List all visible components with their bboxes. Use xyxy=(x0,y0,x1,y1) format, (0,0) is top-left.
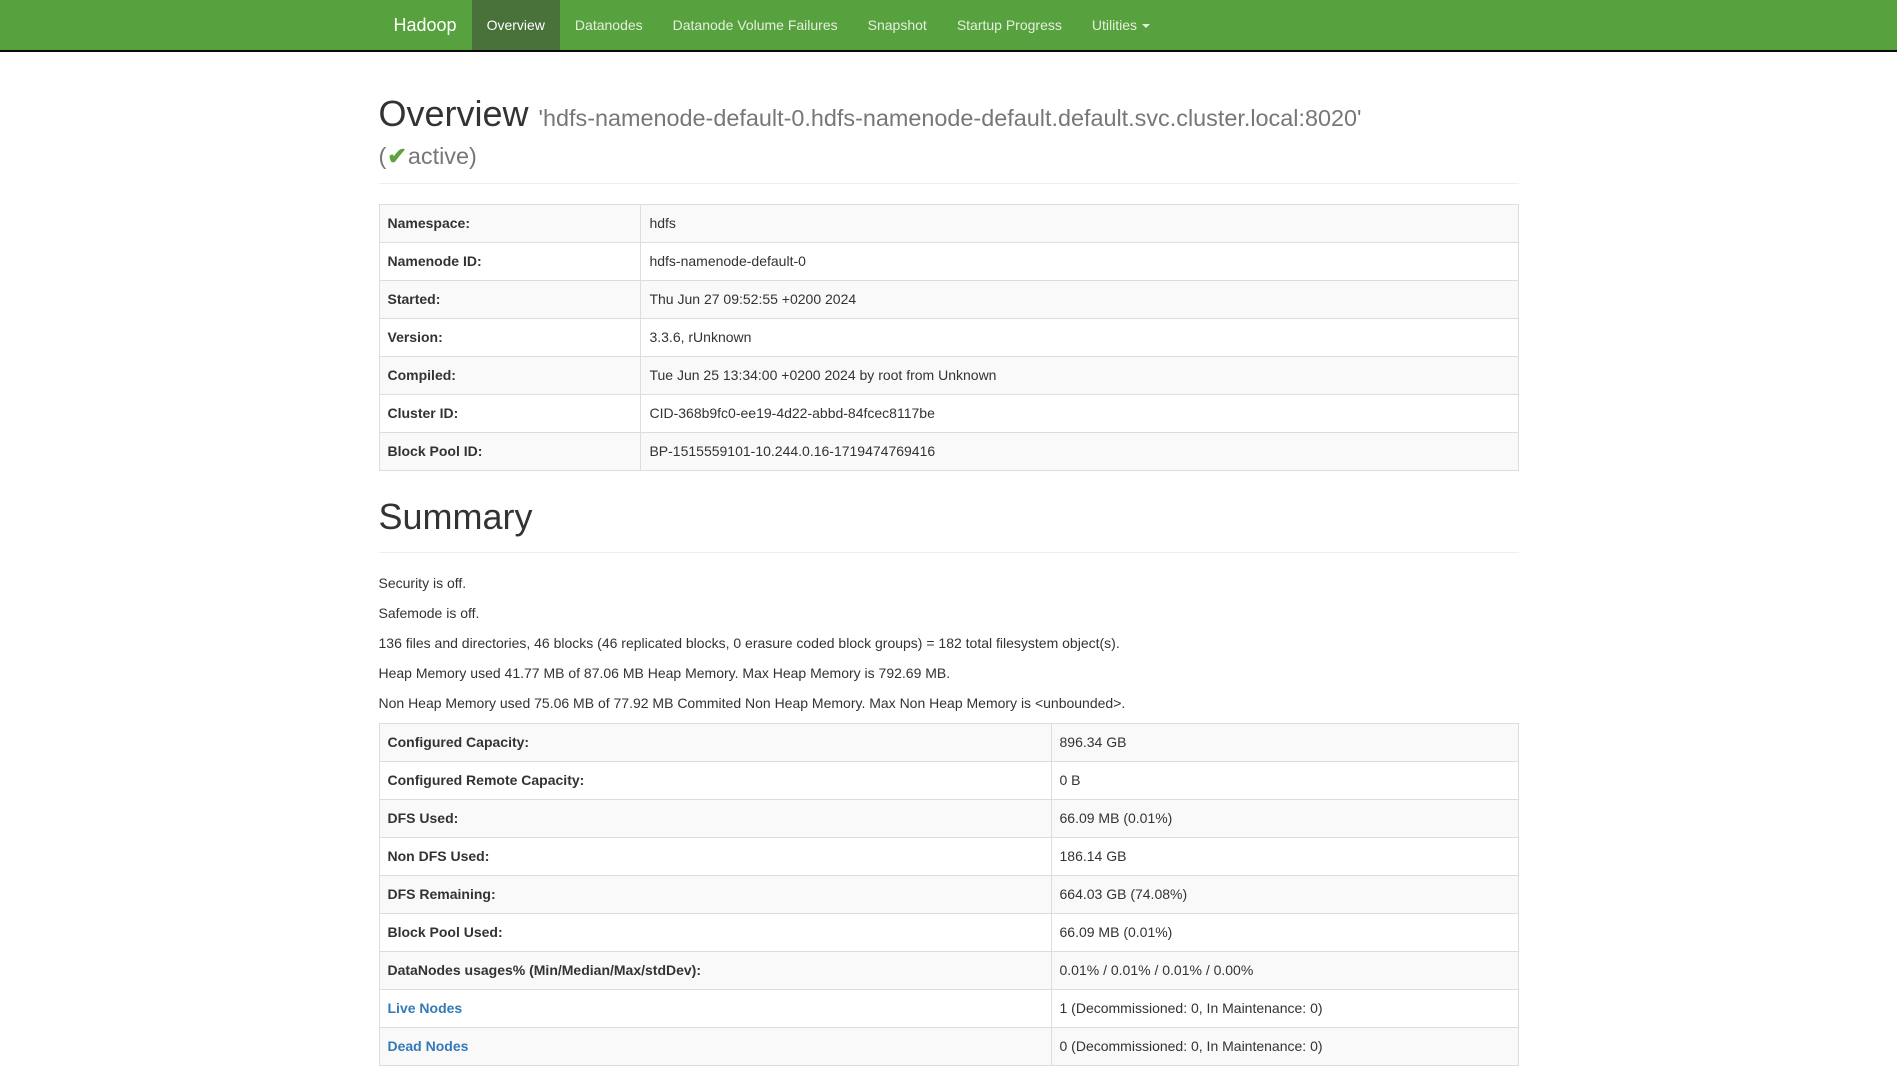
summary-value-dfs-remaining: 664.03 GB (74.08%) xyxy=(1051,876,1518,914)
summary-value-dead-nodes: 0 (Decommissioned: 0, In Maintenance: 0) xyxy=(1051,1028,1518,1066)
summary-label-dfs-remaining: DFS Remaining: xyxy=(379,876,1051,914)
overview-row-compiled: Compiled:Tue Jun 25 13:34:00 +0200 2024 … xyxy=(379,357,1518,395)
summary-label-live-nodes: Live Nodes xyxy=(379,990,1051,1028)
summary-row-non-dfs-used: Non DFS Used:186.14 GB xyxy=(379,838,1518,876)
overview-label-namenode-id: Namenode ID: xyxy=(379,243,641,281)
nav-item-utilities: Utilities xyxy=(1077,0,1165,50)
summary-line-4: Heap Memory used 41.77 MB of 87.06 MB He… xyxy=(379,663,1519,683)
summary-value-configured-remote-capacity: 0 B xyxy=(1051,762,1518,800)
nav-item-datanode-volume-failures: Datanode Volume Failures xyxy=(658,0,853,50)
summary-table: Configured Capacity:896.34 GBConfigured … xyxy=(379,723,1519,1066)
overview-row-namenode-id: Namenode ID:hdfs-namenode-default-0 xyxy=(379,243,1518,281)
nav-item-startup-progress: Startup Progress xyxy=(942,0,1077,50)
summary-label-datanodes-usages-min-median-max-stddev: DataNodes usages% (Min/Median/Max/stdDev… xyxy=(379,952,1051,990)
summary-value-block-pool-used: 66.09 MB (0.01%) xyxy=(1051,914,1518,952)
overview-row-version: Version:3.3.6, rUnknown xyxy=(379,319,1518,357)
brand-link[interactable]: Hadoop xyxy=(379,0,472,50)
namenode-status: (✔active) xyxy=(379,140,1519,174)
summary-row-block-pool-used: Block Pool Used:66.09 MB (0.01%) xyxy=(379,914,1518,952)
overview-row-cluster-id: Cluster ID:CID-368b9fc0-ee19-4d22-abbd-8… xyxy=(379,395,1518,433)
overview-table-body: Namespace:hdfsNamenode ID:hdfs-namenode-… xyxy=(379,205,1518,471)
overview-value-cluster-id: CID-368b9fc0-ee19-4d22-abbd-84fcec8117be xyxy=(641,395,1518,433)
chevron-down-icon xyxy=(1142,24,1150,28)
namenode-address: 'hdfs-namenode-default-0.hdfs-namenode-d… xyxy=(539,105,1362,131)
summary-value-live-nodes: 1 (Decommissioned: 0, In Maintenance: 0) xyxy=(1051,990,1518,1028)
nav-link-snapshot[interactable]: Snapshot xyxy=(853,0,942,50)
status-label: active xyxy=(408,143,469,169)
overview-value-started: Thu Jun 27 09:52:55 +0200 2024 xyxy=(641,281,1518,319)
overview-row-started: Started:Thu Jun 27 09:52:55 +0200 2024 xyxy=(379,281,1518,319)
dead-nodes-link[interactable]: Dead Nodes xyxy=(388,1038,469,1054)
summary-label-non-dfs-used: Non DFS Used: xyxy=(379,838,1051,876)
check-icon: ✔ xyxy=(386,143,408,169)
nav-link-overview[interactable]: Overview xyxy=(472,0,560,50)
summary-row-dead-nodes: Dead Nodes 0 (Decommissioned: 0, In Maint… xyxy=(379,1028,1518,1066)
overview-row-block-pool-id: Block Pool ID:BP-1515559101-10.244.0.16-… xyxy=(379,433,1518,471)
nav-link-utilities[interactable]: Utilities xyxy=(1077,0,1165,50)
overview-label-namespace: Namespace: xyxy=(379,205,641,243)
summary-lines: Security is off. Safemode is off. 136 file… xyxy=(379,573,1519,713)
overview-value-compiled: Tue Jun 25 13:34:00 +0200 2024 by root f… xyxy=(641,357,1518,395)
summary-line-5: Non Heap Memory used 75.06 MB of 77.92 M… xyxy=(379,693,1519,713)
page-title-text: Overview xyxy=(379,93,529,134)
summary-row-configured-capacity: Configured Capacity:896.34 GB xyxy=(379,724,1518,762)
overview-value-block-pool-id: BP-1515559101-10.244.0.16-1719474769416 xyxy=(641,433,1518,471)
summary-label-dead-nodes: Dead Nodes xyxy=(379,1028,1051,1066)
overview-label-compiled: Compiled: xyxy=(379,357,641,395)
overview-table: Namespace:hdfsNamenode ID:hdfs-namenode-… xyxy=(379,204,1519,471)
nav-link-datanode-volume-failures[interactable]: Datanode Volume Failures xyxy=(658,0,853,50)
summary-value-non-dfs-used: 186.14 GB xyxy=(1051,838,1518,876)
main-content: Overview 'hdfs-namenode-default-0.hdfs-n… xyxy=(364,88,1534,1066)
page-header: Overview 'hdfs-namenode-default-0.hdfs-n… xyxy=(379,88,1519,184)
summary-title: Summary xyxy=(379,491,1519,543)
navbar: Hadoop OverviewDatanodesDatanode Volume … xyxy=(0,0,1897,52)
summary-label-block-pool-used: Block Pool Used: xyxy=(379,914,1051,952)
nav-link-datanodes[interactable]: Datanodes xyxy=(560,0,658,50)
summary-row-dfs-remaining: DFS Remaining:664.03 GB (74.08%) xyxy=(379,876,1518,914)
live-nodes-link[interactable]: Live Nodes xyxy=(388,1000,463,1016)
summary-header: Summary xyxy=(379,491,1519,553)
summary-row-datanodes-usages-min-median-max-stddev: DataNodes usages% (Min/Median/Max/stdDev… xyxy=(379,952,1518,990)
summary-line-1: Security is off. xyxy=(379,573,1519,593)
summary-row-dfs-used: DFS Used:66.09 MB (0.01%) xyxy=(379,800,1518,838)
summary-label-configured-remote-capacity: Configured Remote Capacity: xyxy=(379,762,1051,800)
nav-item-snapshot: Snapshot xyxy=(853,0,942,50)
nav-link-startup-progress[interactable]: Startup Progress xyxy=(942,0,1077,50)
overview-label-version: Version: xyxy=(379,319,641,357)
overview-value-namenode-id: hdfs-namenode-default-0 xyxy=(641,243,1518,281)
summary-value-dfs-used: 66.09 MB (0.01%) xyxy=(1051,800,1518,838)
navbar-menu: OverviewDatanodesDatanode Volume Failure… xyxy=(472,0,1165,50)
page-title: Overview 'hdfs-namenode-default-0.hdfs-n… xyxy=(379,88,1519,174)
summary-row-live-nodes: Live Nodes 1 (Decommissioned: 0, In Maint… xyxy=(379,990,1518,1028)
nav-item-datanodes: Datanodes xyxy=(560,0,658,50)
summary-label-configured-capacity: Configured Capacity: xyxy=(379,724,1051,762)
overview-label-block-pool-id: Block Pool ID: xyxy=(379,433,641,471)
summary-line-2: Safemode is off. xyxy=(379,603,1519,623)
summary-value-datanodes-usages-min-median-max-stddev: 0.01% / 0.01% / 0.01% / 0.00% xyxy=(1051,952,1518,990)
summary-value-configured-capacity: 896.34 GB xyxy=(1051,724,1518,762)
summary-row-configured-remote-capacity: Configured Remote Capacity:0 B xyxy=(379,762,1518,800)
namenode-subtitle: 'hdfs-namenode-default-0.hdfs-namenode-d… xyxy=(379,105,1519,174)
nav-item-overview: Overview xyxy=(472,0,560,50)
status-close-paren: ) xyxy=(469,143,477,169)
overview-value-version: 3.3.6, rUnknown xyxy=(641,319,1518,357)
navbar-inner: Hadoop OverviewDatanodesDatanode Volume … xyxy=(364,0,1534,50)
overview-label-cluster-id: Cluster ID: xyxy=(379,395,641,433)
summary-line-3: 136 files and directories, 46 blocks (46… xyxy=(379,633,1519,653)
overview-value-namespace: hdfs xyxy=(641,205,1518,243)
overview-label-started: Started: xyxy=(379,281,641,319)
overview-row-namespace: Namespace:hdfs xyxy=(379,205,1518,243)
summary-label-dfs-used: DFS Used: xyxy=(379,800,1051,838)
summary-table-body: Configured Capacity:896.34 GBConfigured … xyxy=(379,724,1518,1066)
